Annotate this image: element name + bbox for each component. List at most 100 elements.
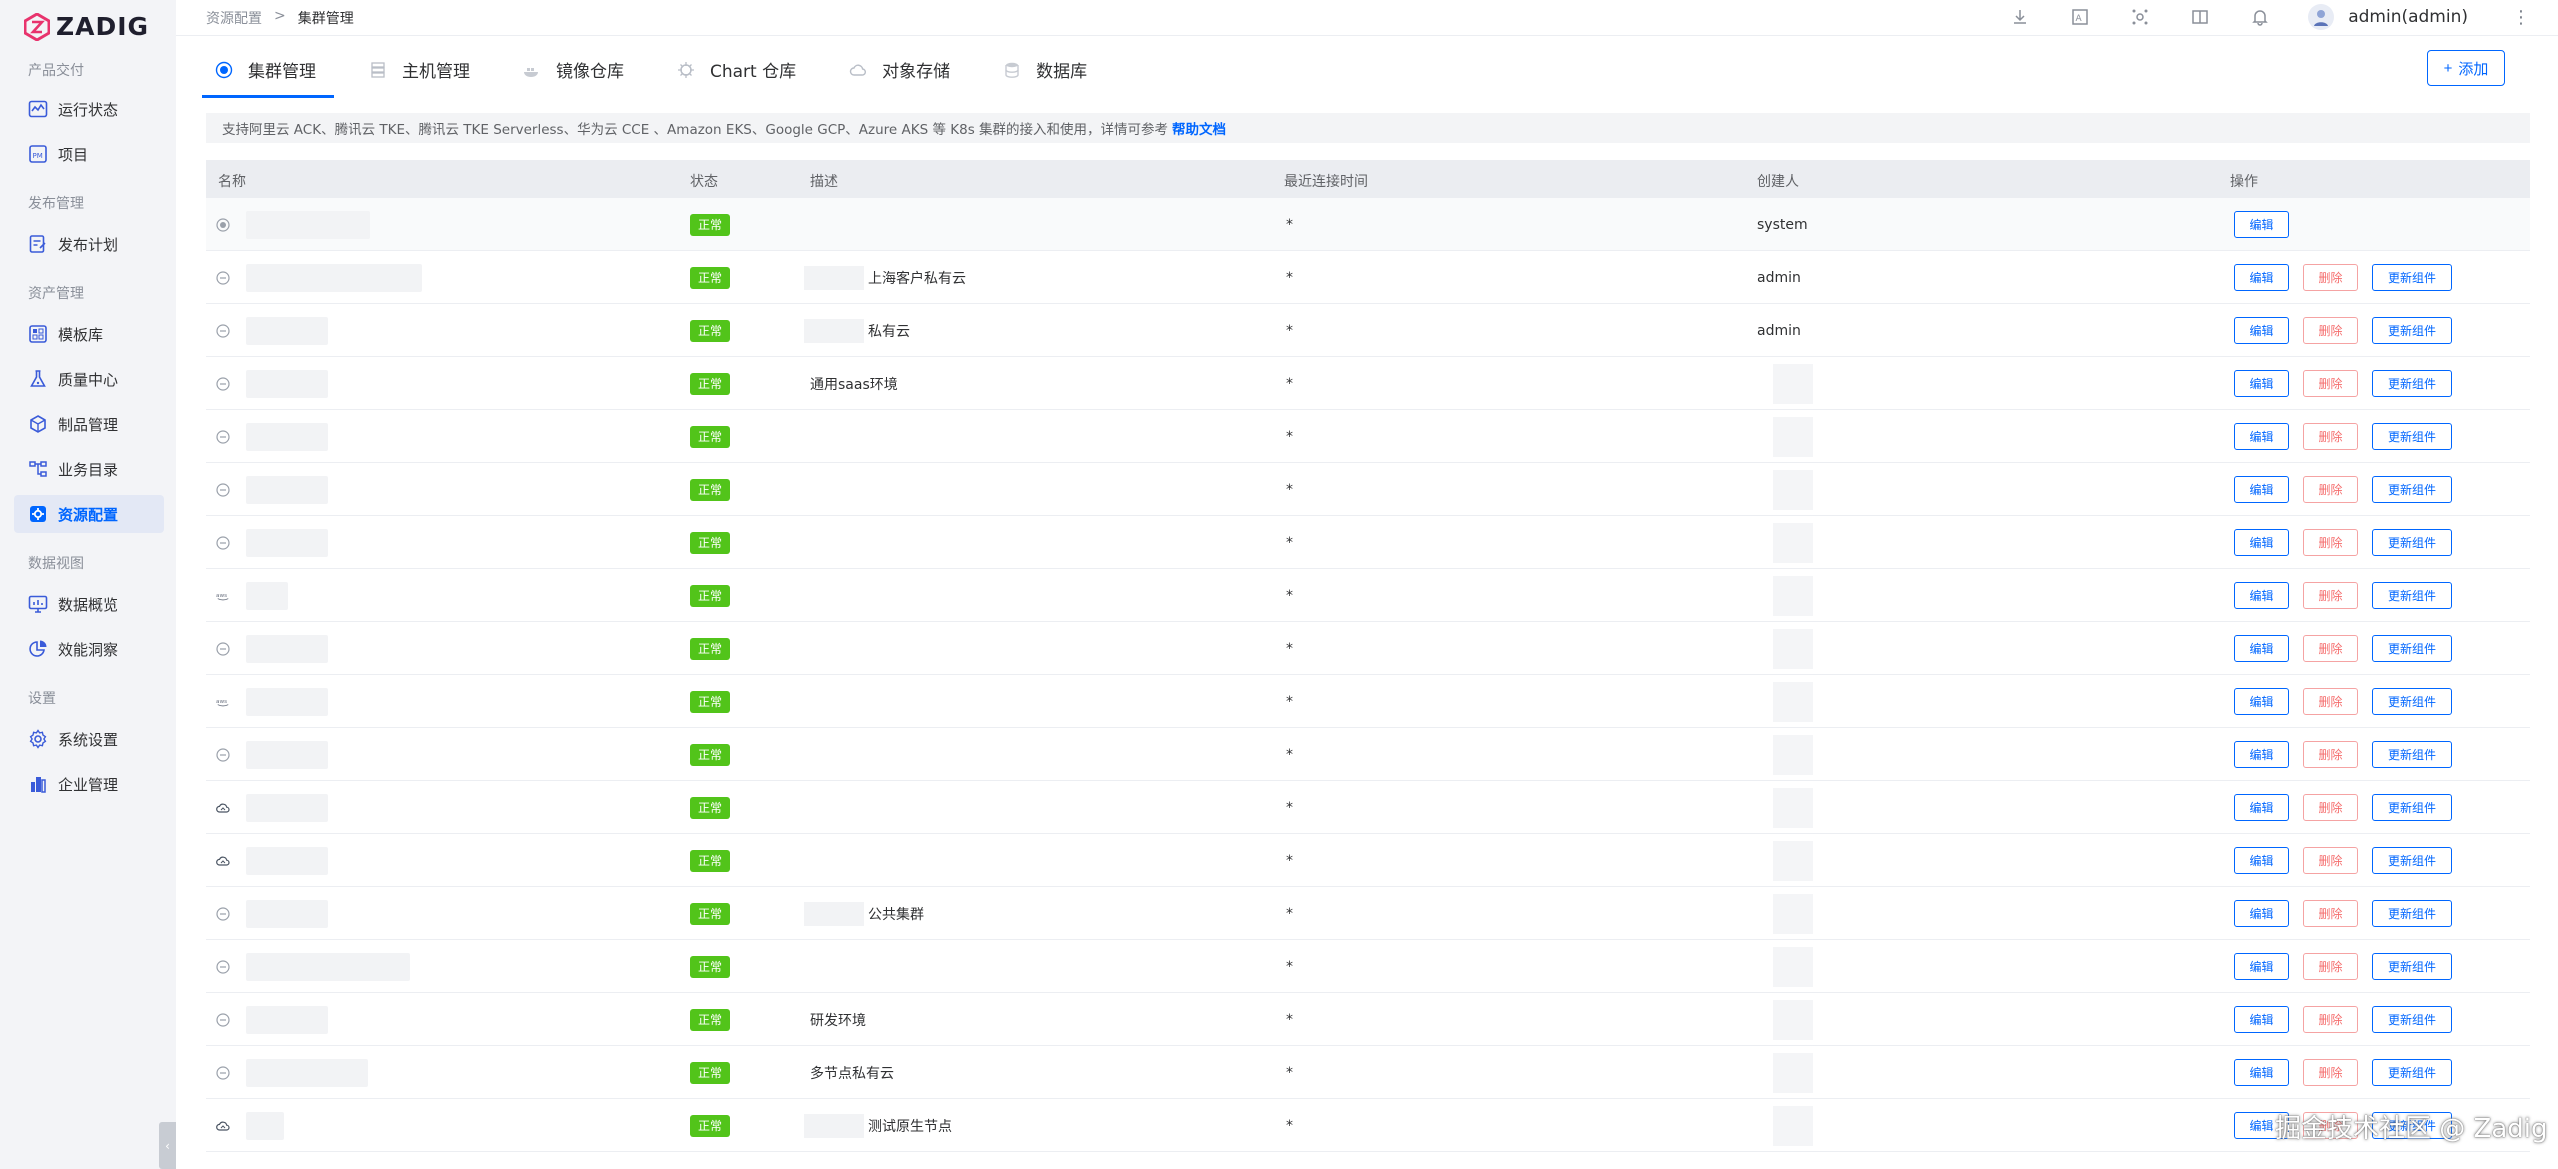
breadcrumb-parent[interactable]: 资源配置 [206,8,262,28]
edit-button[interactable]: 编辑 [2234,370,2289,397]
update-components-button[interactable]: 更新组件 [2372,264,2452,291]
edit-button[interactable]: 编辑 [2234,476,2289,503]
delete-button[interactable]: 删除 [2303,794,2358,821]
cluster-name-redacted[interactable] [246,210,370,239]
table-row[interactable]: 正常 上海客户私有云 * admin 编辑 删除 更新组件 [206,251,2530,304]
table-row[interactable]: 正常 研发环境 * 编辑 删除 更新组件 [206,993,2530,1046]
table-row[interactable]: 正常 私有云 * admin 编辑 删除 更新组件 [206,304,2530,357]
brand-logo[interactable]: ZADIG [24,12,149,41]
edit-button[interactable]: 编辑 [2234,423,2289,450]
edit-button[interactable]: 编辑 [2234,264,2289,291]
table-row[interactable]: 正常 * 编辑 删除 更新组件 [206,781,2530,834]
cluster-name-redacted[interactable] [246,740,328,769]
delete-button[interactable]: 删除 [2303,688,2358,715]
update-components-button[interactable]: 更新组件 [2372,635,2452,662]
table-row[interactable]: 正常 * 编辑 删除 更新组件 [206,834,2530,887]
update-components-button[interactable]: 更新组件 [2372,741,2452,768]
cluster-name-redacted[interactable] [246,475,328,504]
plugin-icon[interactable] [2128,5,2152,29]
sidebar-item[interactable]: 模板库 [14,315,164,353]
table-row[interactable]: 正常 * system 编辑 [206,198,2530,251]
edit-button[interactable]: 编辑 [2234,1059,2289,1086]
delete-button[interactable]: 删除 [2303,264,2358,291]
sidebar-item[interactable]: 质量中心 [14,360,164,398]
edit-button[interactable]: 编辑 [2234,794,2289,821]
update-components-button[interactable]: 更新组件 [2372,370,2452,397]
cluster-name-redacted[interactable] [246,581,288,610]
sidebar-item[interactable]: 运行状态 [14,90,164,128]
edit-button[interactable]: 编辑 [2234,953,2289,980]
sidebar-item[interactable]: 效能洞察 [14,630,164,668]
docs-book-icon[interactable] [2188,5,2212,29]
delete-button[interactable]: 删除 [2303,1059,2358,1086]
update-components-button[interactable]: 更新组件 [2372,900,2452,927]
delete-button[interactable]: 删除 [2303,953,2358,980]
cluster-name-redacted[interactable] [246,1005,328,1034]
table-row[interactable]: 正常 * 编辑 删除 更新组件 [206,728,2530,781]
update-components-button[interactable]: 更新组件 [2372,476,2452,503]
delete-button[interactable]: 删除 [2303,317,2358,344]
tab[interactable]: 集群管理 [202,44,334,98]
delete-button[interactable]: 删除 [2303,529,2358,556]
delete-button[interactable]: 删除 [2303,847,2358,874]
sidebar-item[interactable]: 企业管理 [14,765,164,803]
edit-button[interactable]: 编辑 [2234,688,2289,715]
edit-button[interactable]: 编辑 [2234,317,2289,344]
update-components-button[interactable]: 更新组件 [2372,423,2452,450]
delete-button[interactable]: 删除 [2303,635,2358,662]
edit-button[interactable]: 编辑 [2234,582,2289,609]
update-components-button[interactable]: 更新组件 [2372,794,2452,821]
sidebar-item[interactable]: 发布计划 [14,225,164,263]
more-vertical-icon[interactable]: ⋮ [2512,7,2530,28]
cluster-name-redacted[interactable] [246,846,328,875]
user-menu[interactable]: admin(admin) ⋮ [2308,4,2530,30]
table-row[interactable]: 正常 * 编辑 删除 更新组件 [206,463,2530,516]
update-components-button[interactable]: 更新组件 [2372,847,2452,874]
sidebar-item[interactable]: 系统设置 [14,720,164,758]
cluster-name-redacted[interactable] [246,263,422,292]
edit-button[interactable]: 编辑 [2234,1006,2289,1033]
table-row[interactable]: 正常 公共集群 * 编辑 删除 更新组件 [206,887,2530,940]
update-components-button[interactable]: 更新组件 [2372,1059,2452,1086]
cluster-name-redacted[interactable] [246,899,328,928]
cluster-name-redacted[interactable] [246,687,328,716]
cluster-name-redacted[interactable] [246,634,328,663]
table-row[interactable]: 正常 通用saas环境 * 编辑 删除 更新组件 [206,357,2530,410]
table-row[interactable]: aws 正常 * 编辑 删除 更新组件 [206,675,2530,728]
table-row[interactable]: 正常 * 编辑 删除 更新组件 [206,410,2530,463]
tab[interactable]: 主机管理 [356,44,488,98]
cluster-name-redacted[interactable] [246,1058,368,1087]
tab[interactable]: Chart 仓库 [664,44,814,98]
sidebar-item[interactable]: 资源配置 [14,495,164,533]
download-icon[interactable] [2008,5,2032,29]
delete-button[interactable]: 删除 [2303,370,2358,397]
table-row[interactable]: aws 正常 * 编辑 删除 更新组件 [206,569,2530,622]
cluster-name-redacted[interactable] [246,528,328,557]
sidebar-collapse-handle[interactable]: ‹ [159,1122,176,1169]
delete-button[interactable]: 删除 [2303,582,2358,609]
delete-button[interactable]: 删除 [2303,900,2358,927]
update-components-button[interactable]: 更新组件 [2372,688,2452,715]
table-row[interactable]: 正常 * 编辑 删除 更新组件 [206,622,2530,675]
edit-button[interactable]: 编辑 [2234,900,2289,927]
table-row[interactable]: 正常 * 编辑 删除 更新组件 [206,516,2530,569]
help-doc-link[interactable]: 帮助文档 [1172,118,1226,138]
sidebar-item[interactable]: PM 项目 [14,135,164,173]
translate-icon[interactable]: A [2068,5,2092,29]
edit-button[interactable]: 编辑 [2234,741,2289,768]
add-button[interactable]: + 添加 [2427,50,2505,86]
sidebar-item[interactable]: 数据概览 [14,585,164,623]
delete-button[interactable]: 删除 [2303,741,2358,768]
tab[interactable]: 对象存储 [836,44,968,98]
cluster-name-redacted[interactable] [246,316,328,345]
tab[interactable]: 镜像仓库 [510,44,642,98]
edit-button[interactable]: 编辑 [2234,529,2289,556]
update-components-button[interactable]: 更新组件 [2372,1006,2452,1033]
cluster-name-redacted[interactable] [246,952,410,981]
bell-icon[interactable] [2248,5,2272,29]
cluster-name-redacted[interactable] [246,793,328,822]
edit-button[interactable]: 编辑 [2234,847,2289,874]
sidebar-item[interactable]: 制品管理 [14,405,164,443]
table-row[interactable]: 正常 测试原生节点 * 编辑 删除 更新组件 [206,1099,2530,1152]
update-components-button[interactable]: 更新组件 [2372,953,2452,980]
